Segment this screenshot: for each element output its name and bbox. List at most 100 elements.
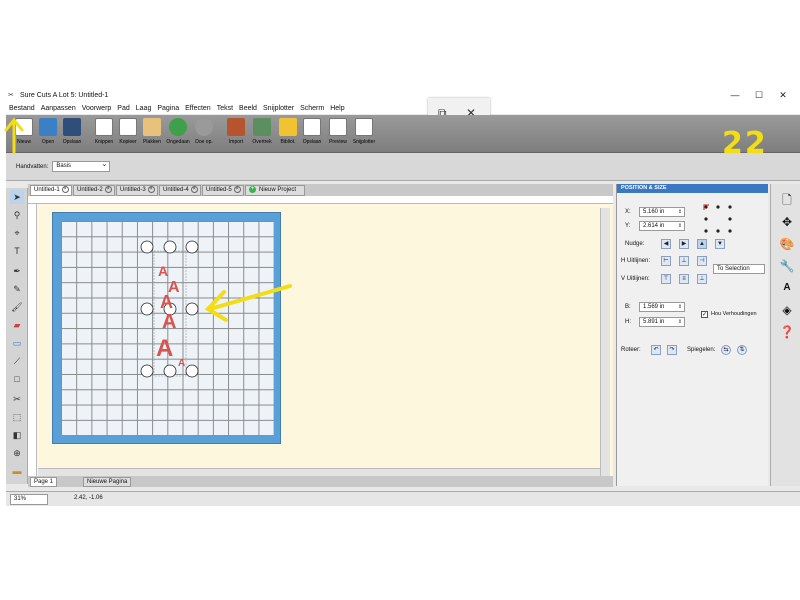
mirror-vertical-button[interactable]: ⇅	[737, 345, 747, 355]
brush-tool-icon[interactable]: 🖌	[10, 300, 24, 314]
stepper-icon[interactable]: ⇕	[677, 223, 683, 229]
reference-point-grid[interactable]	[703, 204, 733, 234]
stepper-icon[interactable]: ⇕	[677, 209, 683, 215]
tab-untitled-3[interactable]: Untitled-3 ×	[116, 185, 158, 196]
close-button[interactable]: ✕	[772, 88, 794, 102]
zoom-tool-icon[interactable]: ⊕	[10, 446, 24, 460]
keep-ratio-checkbox[interactable]: ✓	[701, 311, 708, 318]
undo-button[interactable]: Ongedaan	[166, 118, 190, 152]
help-icon[interactable]: ❓	[779, 324, 795, 340]
node-edit-tool-icon[interactable]: ⚲	[10, 208, 24, 222]
nudge-left-button[interactable]: ◀	[661, 239, 671, 249]
close-tab-icon[interactable]: ×	[147, 186, 155, 193]
text-tool-icon[interactable]: T	[10, 244, 24, 258]
menu-tekst[interactable]: Tekst	[214, 105, 236, 112]
eyedropper-tool-icon[interactable]: ⟋	[10, 354, 24, 368]
menu-scherm[interactable]: Scherm	[297, 105, 327, 112]
tab-untitled-4[interactable]: Untitled-4 ×	[159, 185, 201, 196]
document-icon[interactable]: 🗋	[779, 192, 795, 208]
menu-aanpassen[interactable]: Aanpassen	[38, 105, 79, 112]
preview-button[interactable]: Preview	[326, 118, 350, 152]
x-field[interactable]: 5.160 in ⇕	[639, 207, 685, 217]
stepper-icon[interactable]: ⇕	[677, 319, 683, 325]
page-tab[interactable]: Page 1	[30, 477, 58, 487]
vertical-scrollbar[interactable]	[600, 208, 610, 476]
y-field[interactable]: 2.614 in ⇕	[639, 221, 685, 231]
eraser-tool-icon[interactable]: ▰	[10, 318, 24, 332]
cutter-button[interactable]: Snijplotter	[352, 118, 376, 152]
height-field[interactable]: 5.891 in ⇕	[639, 317, 685, 327]
rotate-ccw-button[interactable]: ↶	[651, 345, 661, 355]
save-button[interactable]: Opslaan	[60, 118, 84, 152]
align-left-button[interactable]: ⊢	[661, 256, 671, 266]
redo-button[interactable]: Doe op.	[192, 118, 216, 152]
handle-bottom-right[interactable]	[185, 364, 199, 378]
store-button[interactable]: Opslaan	[300, 118, 324, 152]
move-arrows-icon[interactable]: ✥	[779, 214, 795, 230]
menu-pad[interactable]: Pad	[114, 105, 132, 112]
handle-middle-right[interactable]	[185, 302, 199, 316]
align-target-select[interactable]: To Selection	[713, 264, 765, 274]
menu-pagina[interactable]: Pagina	[154, 105, 182, 112]
selected-text-glyphs[interactable]: A A A A A A	[156, 263, 185, 369]
align-top-button[interactable]: ⊤	[661, 274, 671, 284]
tab-untitled-2[interactable]: Untitled-2 ×	[73, 185, 115, 196]
nudge-right-button[interactable]: ▶	[679, 239, 689, 249]
new-page-tab[interactable]: Nieuwe Pagina	[83, 477, 132, 487]
horizontal-scrollbar[interactable]	[38, 468, 600, 476]
handles-select[interactable]: Basis	[52, 160, 111, 172]
width-field[interactable]: 1.569 in ⇕	[639, 302, 685, 312]
handle-top-left[interactable]	[140, 240, 154, 254]
select-tool-icon[interactable]: ➤	[10, 190, 24, 204]
menu-snijplotter[interactable]: Snijplotter	[260, 105, 297, 112]
pan-hand-tool-icon[interactable]: ▬	[10, 464, 24, 478]
paste-button[interactable]: Plakken	[140, 118, 164, 152]
library-button[interactable]: Bibliot.	[276, 118, 300, 152]
tab-untitled-5[interactable]: Untitled-5 ×	[202, 185, 244, 196]
align-right-button[interactable]: ⊣	[697, 256, 707, 266]
tab-new-project[interactable]: + Nieuw Project	[245, 185, 305, 196]
pencil-tool-icon[interactable]: ✎	[10, 282, 24, 296]
handle-top-center[interactable]	[163, 240, 177, 254]
crop-tool-icon[interactable]: ⌖	[10, 226, 24, 240]
stepper-icon[interactable]: ⇕	[677, 304, 683, 310]
layers-icon[interactable]: ◈	[779, 302, 795, 318]
rotate-cw-button[interactable]: ↷	[667, 345, 677, 355]
mirror-horizontal-button[interactable]: ⇆	[721, 345, 731, 355]
zoom-select[interactable]: 31%	[10, 494, 48, 505]
menu-effecten[interactable]: Effecten	[182, 105, 214, 112]
text-style-icon[interactable]: A	[779, 280, 795, 296]
wrench-icon[interactable]: 🔧	[779, 258, 795, 274]
rectangle-tool-icon[interactable]: □	[10, 372, 24, 386]
import-button[interactable]: Import	[224, 118, 248, 152]
close-tab-icon[interactable]: ×	[61, 186, 69, 193]
close-tab-icon[interactable]: ×	[104, 186, 112, 193]
menu-laag[interactable]: Laag	[133, 105, 155, 112]
weld-tool-icon[interactable]: ✂	[10, 392, 24, 406]
maximize-button[interactable]: ☐	[748, 88, 770, 102]
align-middle-button[interactable]: ≡	[679, 274, 689, 284]
fill-tool-icon[interactable]: ◧	[10, 428, 24, 442]
canvas-area[interactable]: A A A A A A	[28, 196, 613, 476]
align-center-button[interactable]: ⊥	[679, 256, 689, 266]
knife-tool-icon[interactable]: ▭	[10, 336, 24, 350]
handle-bottom-center[interactable]	[163, 364, 177, 378]
close-tab-icon[interactable]: ×	[190, 186, 198, 193]
palette-icon[interactable]: 🎨	[779, 236, 795, 252]
nudge-down-button[interactable]: ▼	[715, 239, 725, 249]
handle-middle-left[interactable]	[140, 302, 154, 316]
tab-untitled-1[interactable]: Untitled-1 ×	[30, 185, 72, 196]
align-bottom-button[interactable]: ⊥	[697, 274, 707, 284]
close-tab-icon[interactable]: ×	[233, 186, 241, 193]
cut-button[interactable]: Knippen	[92, 118, 116, 152]
menu-beeld[interactable]: Beeld	[236, 105, 260, 112]
handle-top-right[interactable]	[185, 240, 199, 254]
trace-button[interactable]: Overtrek	[250, 118, 274, 152]
nudge-up-button[interactable]: ▲	[697, 239, 707, 249]
menu-voorwerp[interactable]: Voorwerp	[79, 105, 115, 112]
menu-help[interactable]: Help	[327, 105, 347, 112]
handle-bottom-left[interactable]	[140, 364, 154, 378]
copy-button[interactable]: Kopieer	[116, 118, 140, 152]
pen-tool-icon[interactable]: ✒	[10, 264, 24, 278]
minimize-button[interactable]: —	[724, 88, 746, 102]
